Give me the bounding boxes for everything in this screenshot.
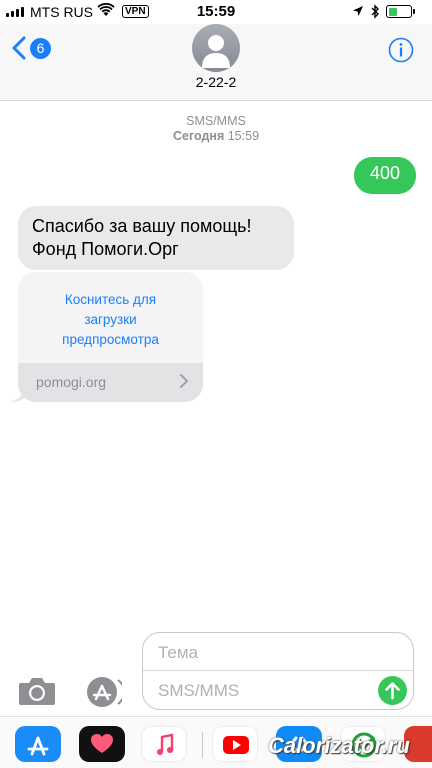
youtube-icon[interactable]	[212, 726, 258, 762]
message-input[interactable]: SMS/MMS	[143, 671, 413, 709]
app-store-icon[interactable]	[15, 726, 61, 762]
subject-input[interactable]: Тема	[143, 633, 413, 671]
bubble-tail	[10, 387, 26, 402]
message-input-placeholder: SMS/MMS	[158, 681, 240, 700]
info-icon[interactable]	[388, 37, 414, 63]
back-button[interactable]: 6	[12, 36, 51, 60]
digital-touch-icon[interactable]	[79, 726, 125, 762]
message-text-line: Фонд Помоги.Орг	[32, 239, 179, 259]
tap-to-load-preview[interactable]: Коснитесь для загрузки предпросмотра	[18, 272, 203, 363]
send-button[interactable]	[378, 676, 407, 705]
status-bar: MTS RUS VPN 15:59	[0, 0, 432, 24]
watermark: Calorizator.ru	[268, 733, 410, 758]
arrow-up-icon	[385, 682, 400, 700]
divider	[202, 732, 203, 758]
contact-name[interactable]: 2-22-2	[0, 74, 432, 90]
conversation-date: Сегодня 15:59	[0, 129, 432, 144]
message-composer[interactable]: Тема SMS/MMS	[142, 632, 414, 710]
camera-icon[interactable]	[18, 676, 56, 706]
app-store-icon[interactable]	[82, 676, 122, 708]
incoming-message-bubble[interactable]: Спасибо за вашу помощь! Фонд Помоги.Орг	[18, 206, 294, 270]
outgoing-message-bubble[interactable]: 400	[353, 157, 416, 194]
preview-text-line: Коснитесь для	[64, 292, 157, 307]
music-icon[interactable]	[141, 726, 187, 762]
date-time: 15:59	[227, 129, 260, 143]
battery-icon	[386, 5, 415, 18]
location-arrow-icon	[353, 6, 363, 16]
conversation-meta: SMS/MMS Сегодня 15:59	[0, 114, 432, 144]
contact-avatar[interactable]	[192, 24, 240, 72]
chevron-left-icon	[12, 36, 26, 60]
message-text-line: Спасибо за вашу помощь!	[32, 216, 252, 236]
conversation-header: 6 2-22-2	[0, 24, 432, 101]
chevron-right-icon	[180, 374, 189, 388]
link-domain: pomogi.org	[36, 374, 107, 390]
date-day: Сегодня	[172, 129, 225, 143]
link-preview-card[interactable]: Коснитесь для загрузки предпросмотра pom…	[18, 272, 203, 402]
person-silhouette-icon	[202, 35, 230, 68]
bluetooth-icon	[371, 4, 379, 19]
preview-text-line: загрузки	[84, 312, 137, 327]
status-time: 15:59	[196, 3, 236, 20]
link-domain-row[interactable]: pomogi.org	[18, 363, 203, 402]
unread-count-badge: 6	[30, 37, 51, 59]
message-text: 400	[369, 163, 400, 183]
service-label: SMS/MMS	[186, 114, 246, 128]
preview-text-line: предпросмотра	[62, 332, 159, 347]
